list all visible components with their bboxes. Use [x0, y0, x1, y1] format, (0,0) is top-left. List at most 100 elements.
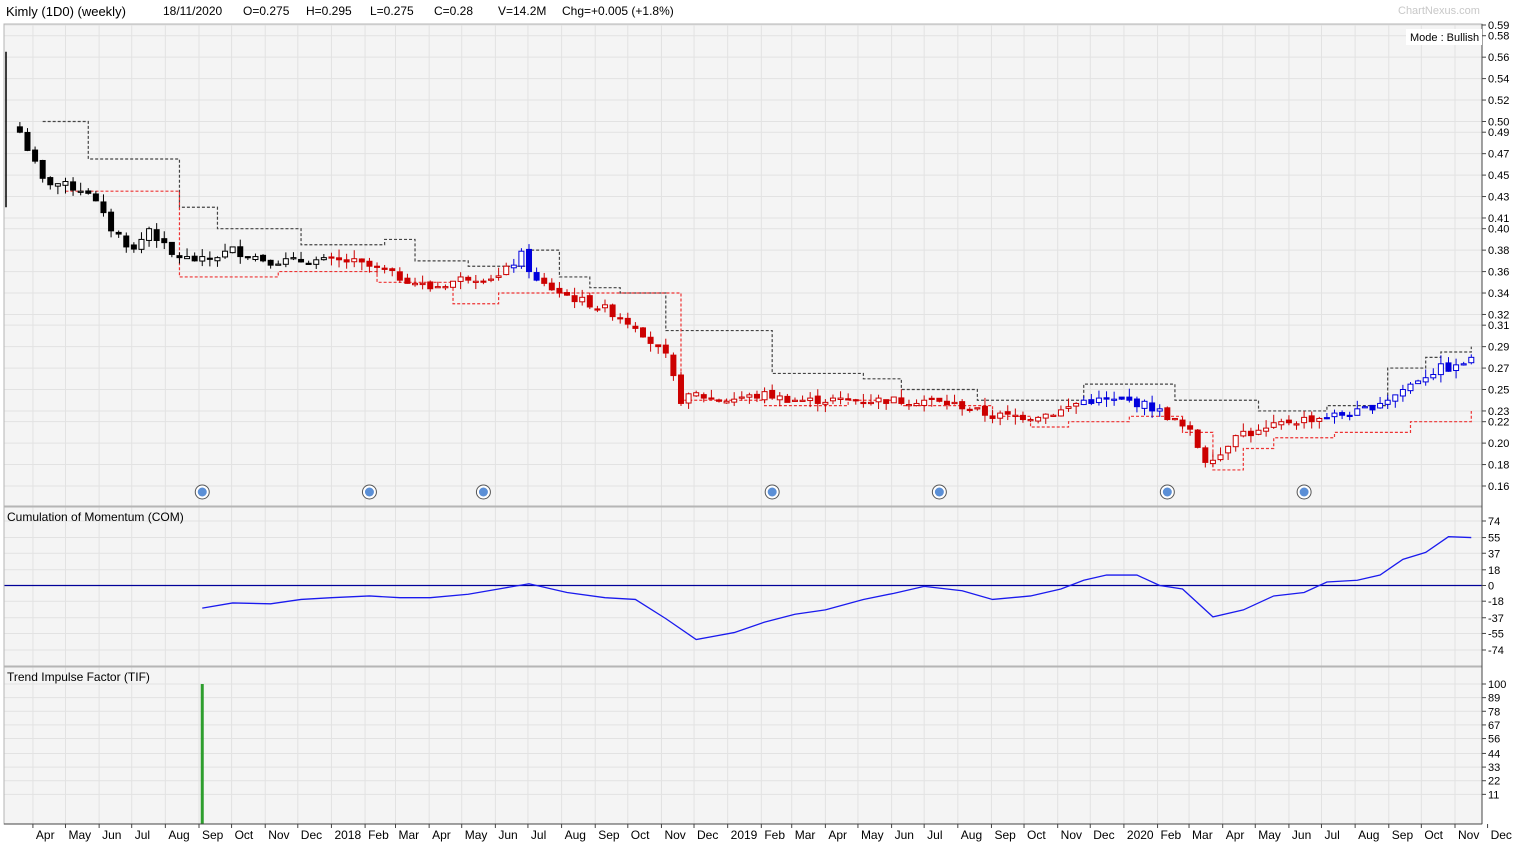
candle-body: [943, 400, 950, 406]
tif-tick-label: 22: [1488, 776, 1500, 788]
candle-body: [153, 229, 160, 241]
candle-body: [1080, 399, 1087, 406]
candle-body: [799, 399, 806, 402]
candle-body: [77, 190, 84, 193]
price-tick-label: 0.16: [1488, 481, 1509, 493]
candle-body: [1316, 417, 1323, 422]
candle-body: [47, 177, 54, 186]
alert-bell-icon-fill: [934, 487, 944, 497]
price-tick-label: 0.38: [1488, 245, 1509, 257]
candle-body: [1035, 416, 1042, 422]
price-tick-label: 0.52: [1488, 95, 1509, 107]
candle-body: [351, 258, 358, 263]
candle-body: [1293, 423, 1300, 426]
candle-body: [115, 231, 122, 235]
com-panel-title: Cumulation of Momentum (COM): [7, 510, 184, 524]
candle-body: [928, 397, 935, 401]
candle-body: [465, 276, 472, 281]
candle-body: [784, 395, 791, 403]
candle-body: [336, 257, 343, 261]
candle-body: [176, 255, 183, 259]
candle-body: [533, 272, 540, 281]
com-tick-label: 55: [1488, 533, 1500, 545]
x-tick-label: Apr: [432, 828, 451, 842]
x-tick-label: Feb: [368, 828, 389, 842]
tif-tick-label: 78: [1488, 706, 1500, 718]
candle-body: [1095, 397, 1102, 404]
candle-body: [1171, 417, 1178, 421]
price-tick-label: 0.31: [1488, 320, 1509, 332]
tif-tick-label: 33: [1488, 762, 1500, 774]
candle-body: [1050, 414, 1057, 417]
price-tick-label: 0.49: [1488, 127, 1509, 139]
candle-body: [206, 257, 213, 260]
candle-body: [1065, 406, 1072, 409]
candle-body: [715, 399, 722, 402]
x-tick-label: May: [68, 828, 91, 842]
x-tick-label: Apr: [1226, 828, 1245, 842]
candle-body: [632, 325, 639, 329]
tif-tick-label: 44: [1488, 748, 1500, 760]
candle-body: [761, 391, 768, 401]
candle-body: [526, 248, 533, 273]
candle-body: [518, 250, 525, 267]
x-tick-label: Jun: [1292, 828, 1311, 842]
candle-body: [1407, 383, 1414, 392]
price-tick-label: 0.29: [1488, 342, 1509, 354]
candle-body: [1156, 408, 1163, 412]
candle-body: [1346, 414, 1353, 417]
candle-body: [16, 126, 23, 133]
x-tick-label: Apr: [36, 828, 55, 842]
x-tick-label: Sep: [1392, 828, 1414, 842]
x-tick-label: Oct: [235, 828, 254, 842]
alert-bell-icon-fill: [197, 487, 207, 497]
price-tick-label: 0.47: [1488, 149, 1509, 161]
candle-body: [617, 317, 624, 320]
candle-body: [32, 149, 39, 162]
tif-tick-label: 100: [1488, 679, 1506, 691]
candle-body: [1073, 402, 1080, 407]
stock-chart[interactable]: 0.590.580.560.540.520.500.490.470.450.43…: [0, 0, 1524, 842]
candle-body: [1278, 421, 1285, 426]
candle-body: [1042, 413, 1049, 419]
candle-body: [1392, 394, 1399, 402]
price-tick-label: 0.36: [1488, 267, 1509, 279]
candle-body: [1133, 398, 1140, 408]
price-tick-label: 0.34: [1488, 288, 1509, 300]
alert-bell-icon-fill: [1299, 487, 1309, 497]
candle-body: [1270, 422, 1277, 428]
candle-body: [1118, 396, 1125, 400]
x-tick-label: Dec: [1093, 828, 1114, 842]
candle-body: [328, 256, 335, 259]
price-tick-label: 0.22: [1488, 417, 1509, 429]
chart-window: Kimly (1D0) (weekly) 18/11/2020 O=0.275 …: [0, 0, 1524, 842]
alert-bell-icon-fill: [478, 487, 488, 497]
candle-body: [890, 396, 897, 404]
candle-body: [92, 193, 99, 202]
candle-body: [222, 250, 229, 258]
tif-panel-title: Trend Impulse Factor (TIF): [7, 670, 150, 684]
x-tick-label: Nov: [1458, 828, 1479, 842]
candle-body: [883, 399, 890, 404]
candle-body: [146, 228, 153, 241]
price-tick-label: 0.58: [1488, 31, 1509, 43]
candle-body: [867, 401, 874, 405]
alert-bell-icon-fill: [767, 487, 777, 497]
candle-body: [579, 296, 586, 303]
price-tick-label: 0.43: [1488, 192, 1509, 204]
candle-body: [693, 392, 700, 397]
com-tick-label: 37: [1488, 548, 1500, 560]
com-tick-label: -37: [1488, 613, 1504, 625]
candle-body: [123, 235, 130, 248]
candle-body: [1019, 414, 1026, 421]
candle-body: [214, 257, 221, 262]
candle-body: [1088, 399, 1095, 404]
price-tick-label: 0.25: [1488, 385, 1509, 397]
candle-body: [586, 295, 593, 308]
candle-body: [419, 282, 426, 286]
candle-body: [472, 280, 479, 283]
candle-body: [670, 354, 677, 377]
x-tick-label: Mar: [795, 828, 816, 842]
candle-body: [130, 244, 137, 250]
candle-body: [1361, 406, 1368, 409]
